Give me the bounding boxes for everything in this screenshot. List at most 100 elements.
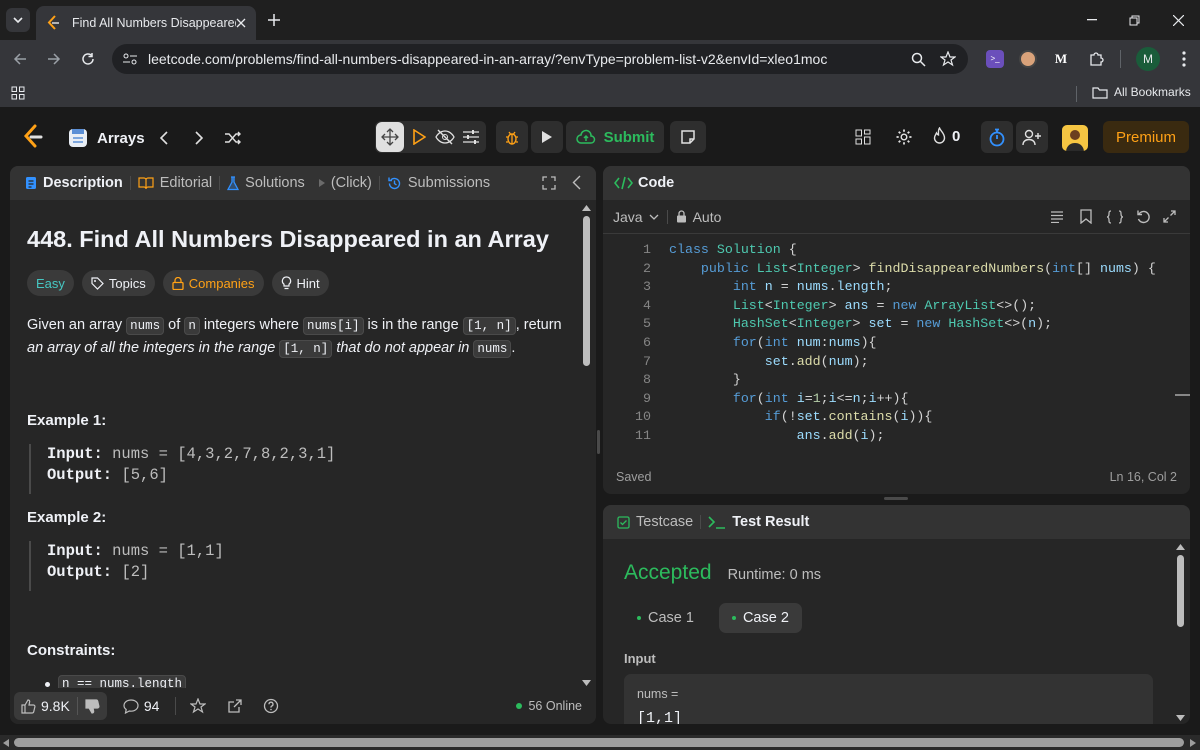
scrollbar-thumb[interactable] [14, 738, 1184, 747]
bookmark-star-icon[interactable] [940, 51, 956, 67]
maximize-icon[interactable] [542, 176, 556, 190]
address-bar[interactable]: leetcode.com/problems/find-all-numbers-d… [112, 44, 968, 74]
zoom-icon[interactable] [911, 52, 926, 67]
extensions-button[interactable] [1086, 49, 1106, 69]
next-problem-button[interactable] [190, 128, 208, 148]
profile-avatar[interactable]: M [1136, 47, 1160, 71]
tab-search-button[interactable] [6, 8, 30, 32]
tab-submissions[interactable]: Submissions [387, 175, 490, 191]
help-icon[interactable] [263, 698, 279, 714]
test-panel: Testcase Test Result Accepted Runtime: 0… [603, 505, 1190, 724]
extension-1-icon[interactable]: >_ [986, 50, 1004, 68]
expand-icon[interactable] [1163, 210, 1176, 223]
code-line: 4 List<Integer> ans = new ArrayList<>(); [603, 298, 1183, 317]
run-debug-button[interactable] [407, 122, 431, 152]
companies-label: Companies [188, 275, 255, 291]
runtime-label: Runtime: 0 ms [727, 567, 822, 583]
leetcode-logo-icon[interactable] [22, 124, 44, 150]
topics-badge[interactable]: Topics [81, 270, 155, 296]
hide-button[interactable] [433, 122, 457, 152]
description-scrollbar[interactable] [582, 204, 591, 688]
line-number: 8 [643, 372, 651, 388]
editor-toolbar: Java Auto [603, 200, 1190, 234]
problem-statement: Given an array nums of n integers where … [27, 314, 567, 360]
debugger-button[interactable] [496, 121, 528, 153]
drag-handle-button[interactable] [376, 122, 404, 152]
format-lines-icon[interactable] [1050, 210, 1064, 223]
forward-button[interactable] [44, 49, 64, 69]
tab-testcase[interactable]: Testcase [617, 514, 693, 530]
vertical-resize-handle[interactable] [597, 430, 600, 454]
timer-button[interactable] [981, 121, 1013, 153]
test-panel-scrollbar[interactable] [1176, 543, 1185, 723]
favorite-star-icon[interactable] [190, 698, 207, 714]
line-number: 9 [643, 390, 651, 406]
like-button[interactable]: 9.8K [14, 698, 77, 714]
language-selector[interactable]: Java [613, 209, 659, 225]
premium-button[interactable]: Premium [1103, 121, 1189, 153]
restore-button[interactable] [1124, 10, 1144, 30]
all-bookmarks-button[interactable]: All Bookmarks [1092, 85, 1191, 99]
reload-button[interactable] [78, 49, 98, 69]
auto-mode-toggle[interactable]: Auto [676, 209, 721, 225]
layout-button[interactable] [850, 124, 876, 150]
reset-icon[interactable] [1136, 209, 1151, 224]
chrome-menu-button[interactable] [1174, 49, 1194, 69]
inline-code: nums[i] [303, 317, 364, 335]
scrollbar-thumb[interactable] [1177, 555, 1184, 627]
random-problem-button[interactable] [223, 128, 243, 148]
streak-counter[interactable]: 0 [932, 127, 960, 145]
notes-button[interactable] [670, 121, 706, 153]
scroll-up-icon [1176, 544, 1185, 550]
dislike-button[interactable] [78, 698, 107, 714]
extension-medium-icon[interactable]: M [1052, 50, 1070, 68]
footer-divider [175, 697, 177, 715]
input-var-name: nums = [637, 687, 679, 701]
minimize-button[interactable] [1082, 10, 1102, 30]
case-2-button[interactable]: Case 2 [718, 603, 802, 633]
browser-tab[interactable]: Find All Numbers Disappeared [36, 6, 256, 40]
invite-collaborator-button[interactable] [1016, 121, 1048, 153]
page-horizontal-scrollbar[interactable] [0, 735, 1200, 750]
extension-2-icon[interactable] [1019, 50, 1037, 68]
reload-icon [82, 53, 94, 65]
settings-button[interactable] [891, 124, 917, 150]
horizontal-resize-handle[interactable] [884, 497, 908, 500]
toolbar-divider [666, 209, 668, 224]
hint-badge[interactable]: Hint [271, 270, 329, 296]
tab-description[interactable]: Description [25, 175, 123, 191]
submit-button[interactable]: Submit [566, 121, 664, 153]
new-tab-button[interactable] [264, 10, 284, 30]
braces-icon[interactable] [1106, 209, 1124, 224]
tab-test-result[interactable]: Test Result [708, 514, 809, 530]
document-icon [26, 177, 36, 189]
description-footer: 9.8K 94 56 Online [10, 688, 596, 724]
site-info-icon[interactable] [122, 52, 138, 66]
apps-button[interactable] [10, 85, 26, 101]
example-output-value: [2] [121, 563, 150, 581]
example-input-value: nums = [4,3,2,7,8,2,3,1] [112, 445, 336, 463]
problem-list-button[interactable]: Arrays [68, 128, 145, 148]
code-editor[interactable]: 1 class Solution { 2 public List<Integer>… [603, 242, 1183, 452]
close-tab-icon[interactable] [236, 18, 246, 28]
cloud-upload-icon [575, 129, 595, 144]
run-button[interactable] [531, 121, 563, 153]
prev-problem-button[interactable] [155, 128, 173, 148]
close-window-button[interactable] [1168, 10, 1188, 30]
statement-line-1: Given an array nums of n integers where … [27, 314, 567, 337]
tab-solutions[interactable]: Solutions (Click) [227, 175, 372, 191]
difficulty-badge[interactable]: Easy [27, 270, 74, 296]
share-icon[interactable] [227, 698, 243, 714]
case-1-button[interactable]: Case 1 [624, 603, 707, 633]
settings-sliders-button[interactable] [459, 122, 483, 152]
statement-text: . [511, 340, 516, 356]
tab-editorial[interactable]: Editorial [138, 175, 212, 191]
companies-badge[interactable]: Companies [162, 270, 264, 296]
line-number: 1 [643, 242, 651, 257]
back-button[interactable] [10, 49, 30, 69]
comments-button[interactable]: 94 [123, 698, 159, 714]
scrollbar-thumb[interactable] [583, 216, 590, 366]
collapse-chevron-icon[interactable] [572, 175, 581, 190]
bookmark-icon[interactable] [1080, 209, 1092, 224]
user-avatar[interactable] [1062, 125, 1088, 151]
